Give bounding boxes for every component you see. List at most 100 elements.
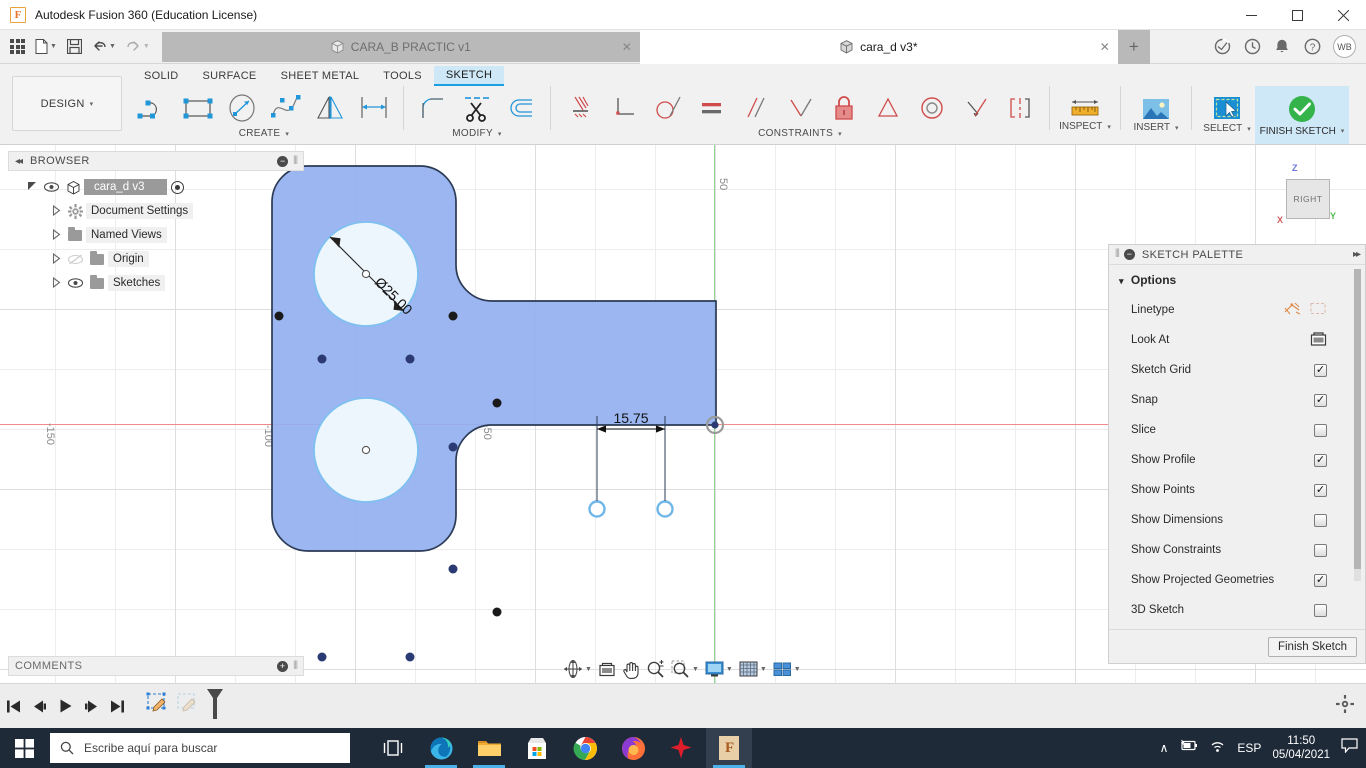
line-tool-button[interactable]: [132, 87, 176, 129]
document-tab-cara-b-practic[interactable]: CARA_B PRACTIC v1 ✕: [161, 31, 640, 62]
projected-point[interactable]: [274, 311, 284, 321]
select-button[interactable]: SELECT ▾: [1199, 86, 1255, 144]
tree-item-sketches[interactable]: Sketches: [8, 271, 304, 295]
timeline-step-forward-button[interactable]: [78, 691, 104, 721]
file-explorer-button[interactable]: [466, 728, 512, 768]
ribbon-tab-sketch[interactable]: SKETCH: [433, 66, 505, 86]
show-projected-geometries-checkbox[interactable]: ✓: [1314, 573, 1327, 587]
chevron-down-icon[interactable]: ▼: [760, 666, 767, 673]
show-dimensions-checkbox[interactable]: [1314, 513, 1327, 527]
sketch-small-hole-right[interactable]: [656, 500, 674, 518]
projected-point[interactable]: [492, 607, 502, 617]
close-button[interactable]: [1320, 0, 1366, 30]
options-section-header[interactable]: ▾ Options: [1109, 271, 1365, 295]
sketch-feature-2-icon[interactable]: [174, 690, 202, 723]
view-cube-face[interactable]: RIGHT: [1286, 179, 1330, 219]
maximize-button[interactable]: [1274, 0, 1320, 30]
symmetry-constraint-button[interactable]: [998, 87, 1042, 129]
linetype-normal-icon[interactable]: [1283, 301, 1301, 319]
timeline-marker-icon[interactable]: [204, 687, 226, 726]
timeline-go-to-beginning-button[interactable]: [0, 691, 26, 721]
lock-fix-constraint-button[interactable]: [822, 87, 866, 129]
ribbon-tab-sheet-metal[interactable]: SHEET METAL: [269, 66, 372, 86]
chevron-down-icon[interactable]: ▼: [726, 666, 733, 673]
ribbon-tab-surface[interactable]: SURFACE: [191, 66, 269, 86]
help-icon[interactable]: ?: [1298, 33, 1326, 61]
start-button[interactable]: [0, 728, 48, 768]
sketch-grid-checkbox[interactable]: ✓: [1314, 363, 1327, 377]
taskbar-clock[interactable]: 11:50 05/04/2021: [1272, 734, 1330, 762]
redo-button[interactable]: ▼: [122, 34, 154, 60]
panel-grip-icon[interactable]: ⦀: [1115, 248, 1120, 261]
chrome-button[interactable]: [562, 728, 608, 768]
new-tab-button[interactable]: +: [1117, 29, 1150, 64]
parallel-constraint-button[interactable]: [734, 87, 778, 129]
ribbon-group-label-modify[interactable]: MODIFY ▾: [452, 128, 502, 139]
minimize-button[interactable]: [1228, 0, 1274, 30]
fusion360-taskbar-button[interactable]: F: [706, 728, 752, 768]
sketch-center-point-upper[interactable]: [361, 269, 371, 279]
sketch-point[interactable]: [405, 652, 415, 662]
tray-chevron-icon[interactable]: ∧: [1160, 741, 1169, 755]
view-cube[interactable]: RIGHT Z X Y: [1268, 159, 1340, 231]
coincident-constraint-button[interactable]: [954, 87, 998, 129]
palette-options-icon[interactable]: −: [1123, 249, 1135, 260]
slice-checkbox[interactable]: [1314, 423, 1327, 437]
microsoft-store-button[interactable]: [514, 728, 560, 768]
concentric-constraint-button[interactable]: [910, 87, 954, 129]
fix-ground-constraint-button[interactable]: [558, 87, 602, 129]
perpendicular-constraint-button[interactable]: [602, 87, 646, 129]
language-indicator[interactable]: ESP: [1237, 741, 1261, 755]
wifi-icon[interactable]: [1209, 739, 1226, 758]
sketch-point[interactable]: [317, 354, 327, 364]
expand-arrow-icon[interactable]: [24, 181, 40, 193]
visibility-eye-icon[interactable]: [40, 182, 62, 192]
rectangle-tool-button[interactable]: [176, 87, 220, 129]
timeline-play-button[interactable]: [52, 691, 78, 721]
add-comment-icon[interactable]: +: [277, 660, 289, 672]
tree-item-named-views[interactable]: Named Views: [8, 223, 304, 247]
tree-item-cara-d-v3[interactable]: cara_d v3: [8, 175, 304, 199]
comments-panel-header[interactable]: COMMENTS + ⦀: [8, 656, 304, 676]
expand-arrow-icon[interactable]: [48, 252, 64, 266]
finish-sketch-button[interactable]: FINISH SKETCH ▾: [1255, 86, 1349, 144]
sketch-point[interactable]: [448, 564, 458, 574]
tangent-constraint-button[interactable]: [646, 87, 690, 129]
midpoint-constraint-button[interactable]: [866, 87, 910, 129]
offset-tool-button[interactable]: [499, 87, 543, 129]
undo-button[interactable]: ▼: [88, 34, 120, 60]
close-icon[interactable]: ✕: [622, 40, 632, 54]
circle-tool-button[interactable]: [220, 87, 264, 129]
zoom-button[interactable]: [643, 656, 668, 682]
sketch-canvas[interactable]: -150 -100 50 -50 Ø25.00 15.75 ◂◂ BROWSER…: [0, 145, 1366, 683]
tree-item-origin[interactable]: Origin: [8, 247, 304, 271]
notifications-bell-icon[interactable]: [1268, 33, 1296, 61]
palette-scrollbar[interactable]: [1354, 269, 1361, 581]
expand-icon[interactable]: ▸▸: [1353, 249, 1361, 260]
sketch-point[interactable]: [448, 442, 458, 452]
projected-point[interactable]: [448, 311, 458, 321]
job-status-icon[interactable]: [1208, 33, 1236, 61]
sketch-dimension-button[interactable]: [352, 87, 396, 129]
sketch-point[interactable]: [405, 354, 415, 364]
inspect-button[interactable]: INSPECT ▾: [1057, 86, 1113, 144]
expand-arrow-icon[interactable]: [48, 204, 64, 218]
show-constraints-checkbox[interactable]: [1314, 543, 1327, 557]
viewports-button[interactable]: ▼: [770, 656, 804, 682]
task-view-button[interactable]: [370, 728, 416, 768]
chevron-down-icon[interactable]: ▼: [794, 666, 801, 673]
apps-grid-button[interactable]: [6, 34, 29, 60]
ribbon-group-label-constraints[interactable]: CONSTRAINTS ▾: [758, 128, 842, 139]
sketch-point[interactable]: [317, 652, 327, 662]
ribbon-tab-solid[interactable]: SOLID: [132, 66, 191, 86]
workspace-switcher-button[interactable]: DESIGN ▾: [12, 76, 122, 131]
save-button[interactable]: [63, 34, 86, 60]
sketch-small-hole-left[interactable]: [588, 500, 606, 518]
close-icon[interactable]: ✕: [1100, 40, 1110, 54]
look-at-icon[interactable]: [1310, 331, 1327, 350]
expand-arrow-icon[interactable]: [48, 228, 64, 242]
collapse-icon[interactable]: ◂◂: [15, 156, 23, 167]
trim-tool-button[interactable]: [455, 87, 499, 129]
spline-tool-button[interactable]: [264, 87, 308, 129]
chevron-down-icon[interactable]: ▼: [692, 666, 699, 673]
